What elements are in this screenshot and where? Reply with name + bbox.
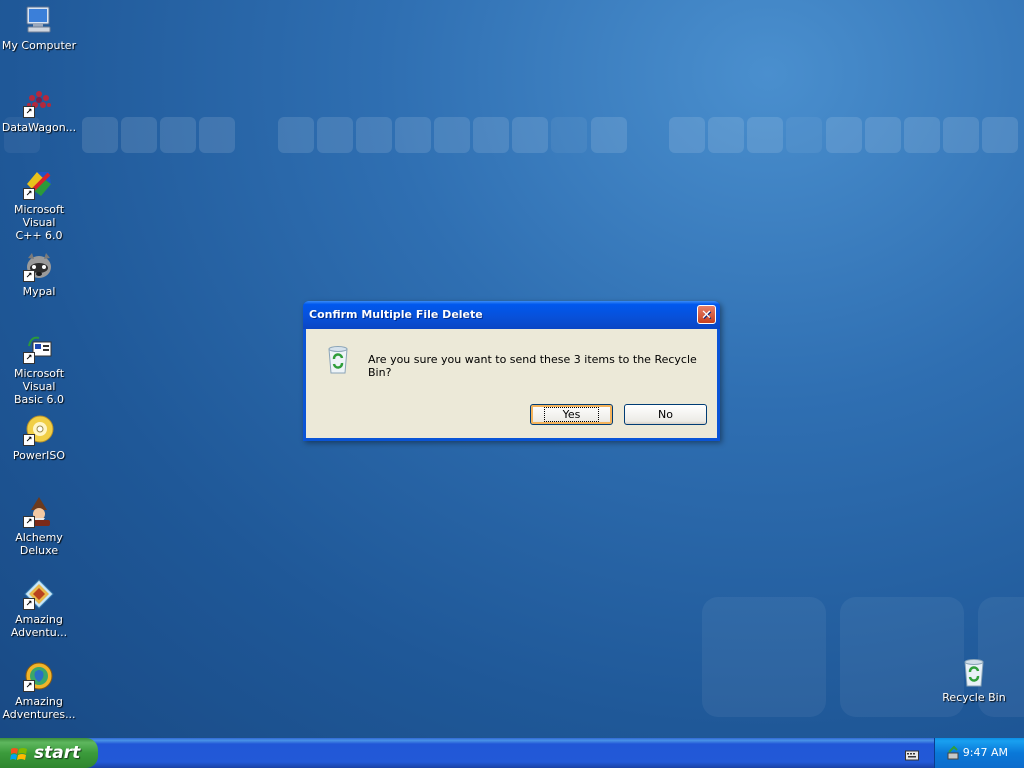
close-button[interactable]: ✕ — [697, 305, 716, 324]
confirm-delete-dialog[interactable]: Confirm Multiple File Delete ✕ Are you s… — [303, 301, 720, 441]
recycle-bin-icon — [958, 656, 990, 688]
desktop-icon-amazing-adventures-2[interactable]: ↗ Amazing Adventures... — [0, 660, 78, 721]
wallpaper-tile — [551, 117, 587, 153]
wallpaper-tile — [943, 117, 979, 153]
poweriso-icon: ↗ — [23, 414, 55, 446]
desktop-icon-label: Microsoft Visual C++ 6.0 — [13, 203, 65, 242]
dialog-titlebar[interactable]: Confirm Multiple File Delete ✕ — [303, 301, 720, 329]
recycle-bin-icon — [322, 343, 354, 375]
shortcut-arrow-icon: ↗ — [23, 680, 35, 692]
desktop-icon-label: PowerISO — [12, 449, 66, 462]
desktop-icon-label: Amazing Adventu... — [10, 613, 68, 639]
visual-cpp-icon: ↗ — [23, 168, 55, 200]
datawagon-icon: ↗ — [23, 86, 55, 118]
dialog-body: Are you sure you want to send these 3 it… — [306, 329, 717, 438]
no-button-label: No — [658, 408, 673, 421]
desktop-icon-label: DataWagon... — [1, 121, 77, 134]
desktop-icon-label: Recycle Bin — [942, 691, 1006, 704]
wallpaper-tile — [512, 117, 548, 153]
desktop-icon-my-computer[interactable]: My Computer — [0, 4, 78, 52]
amazing-adventures-icon: ↗ — [23, 578, 55, 610]
desktop-icon-label: Amazing Adventures... — [2, 695, 76, 721]
desktop-icon-label: Microsoft Visual Basic 6.0 — [13, 367, 65, 406]
windows-flag-icon — [10, 744, 28, 762]
desktop-icon-alchemy[interactable]: ↗ Alchemy Deluxe — [0, 496, 78, 557]
my-computer-icon — [23, 4, 55, 36]
wallpaper-tile — [434, 117, 470, 153]
desktop-icon-recycle-bin[interactable]: Recycle Bin — [935, 656, 1013, 704]
desktop-icon-label: My Computer — [1, 39, 77, 52]
shortcut-arrow-icon: ↗ — [23, 434, 35, 446]
wallpaper-tile — [904, 117, 940, 153]
yes-button-label: Yes — [543, 407, 600, 422]
desktop-icon-label: Alchemy Deluxe — [15, 531, 63, 557]
amazing-adventures-2-icon: ↗ — [23, 660, 55, 692]
desktop-icon-mypal[interactable]: ↗ Mypal — [0, 250, 78, 298]
wallpaper-tile — [865, 117, 901, 153]
system-tray: 9:47 AM — [934, 738, 1024, 768]
visual-basic-icon: ↗ — [23, 332, 55, 364]
desktop-icon-amazing-adventures[interactable]: ↗ Amazing Adventu... — [0, 578, 78, 639]
start-button[interactable]: start — [0, 738, 98, 768]
start-label: start — [34, 743, 81, 763]
shortcut-arrow-icon: ↗ — [23, 270, 35, 282]
wallpaper-tile — [160, 117, 196, 153]
wallpaper-tile — [786, 117, 822, 153]
alchemy-icon: ↗ — [23, 496, 55, 528]
keyboard-icon[interactable] — [905, 746, 919, 761]
wallpaper-tile — [473, 117, 509, 153]
wallpaper-big-tile — [702, 597, 826, 717]
no-button[interactable]: No — [624, 404, 707, 425]
clock[interactable]: 9:47 AM — [963, 738, 1008, 768]
wallpaper-tile — [82, 117, 118, 153]
shortcut-arrow-icon: ↗ — [23, 106, 35, 118]
desktop-icon-datawagon[interactable]: ↗ DataWagon... — [0, 86, 78, 134]
desktop-icon-visual-cpp[interactable]: ↗ Microsoft Visual C++ 6.0 — [0, 168, 78, 242]
close-icon: ✕ — [701, 308, 712, 323]
dialog-title: Confirm Multiple File Delete — [309, 308, 483, 321]
shortcut-arrow-icon: ↗ — [23, 352, 35, 364]
wallpaper-tile — [591, 117, 627, 153]
safely-remove-hardware-icon[interactable] — [945, 745, 961, 761]
shortcut-arrow-icon: ↗ — [23, 188, 35, 200]
wallpaper-tile — [826, 117, 862, 153]
yes-button[interactable]: Yes — [530, 404, 613, 425]
wallpaper-tile — [747, 117, 783, 153]
wallpaper-tile — [982, 117, 1018, 153]
wallpaper-tile — [121, 117, 157, 153]
dialog-message: Are you sure you want to send these 3 it… — [368, 353, 697, 379]
wallpaper-tile — [708, 117, 744, 153]
shortcut-arrow-icon: ↗ — [23, 516, 35, 528]
desktop-icon-visual-basic[interactable]: ↗ Microsoft Visual Basic 6.0 — [0, 332, 78, 406]
desktop[interactable]: My Computer ↗ DataWagon... ↗ Microsoft V… — [0, 0, 1024, 738]
mypal-icon: ↗ — [23, 250, 55, 282]
wallpaper-tile — [317, 117, 353, 153]
wallpaper-tile — [278, 117, 314, 153]
wallpaper-tile — [669, 117, 705, 153]
desktop-icon-label: Mypal — [22, 285, 56, 298]
taskbar[interactable]: start 9:47 AM — [0, 738, 1024, 768]
wallpaper-tile — [199, 117, 235, 153]
shortcut-arrow-icon: ↗ — [23, 598, 35, 610]
wallpaper-tile — [356, 117, 392, 153]
wallpaper-tile — [395, 117, 431, 153]
desktop-icon-poweriso[interactable]: ↗ PowerISO — [0, 414, 78, 462]
